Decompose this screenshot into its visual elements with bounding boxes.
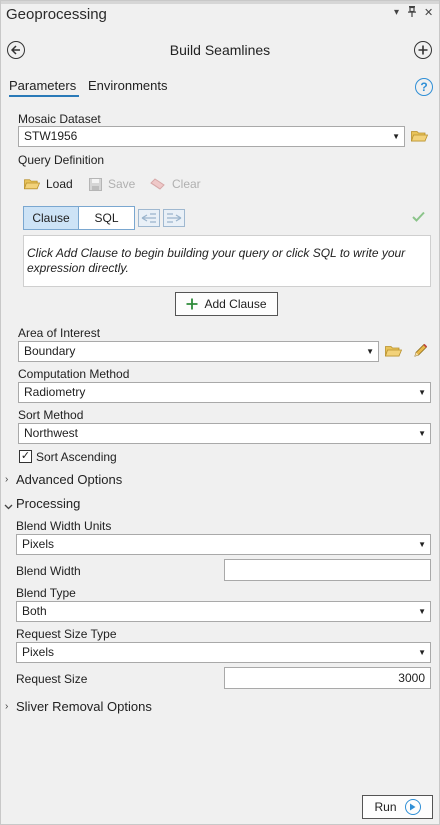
pane-options-icon[interactable]: ▾ [394,7,399,18]
pane-title: Geoprocessing [6,6,107,23]
chevron-right-icon[interactable]: › [5,701,8,712]
folder-icon [24,179,40,190]
run-play-icon [404,799,421,815]
blend-width-label: Blend Width [16,564,81,578]
mosaic-dataset-value: STW1956 [24,129,78,143]
dropdown-arrow-icon: ▼ [418,540,426,549]
dropdown-arrow-icon: ▼ [418,388,426,397]
run-button[interactable]: Run [362,795,433,819]
processing-header[interactable]: Processing [16,496,80,511]
aoi-browse-button[interactable] [384,345,403,360]
computation-method-label: Computation Method [18,367,130,381]
request-size-type-label: Request Size Type [16,627,117,641]
aoi-sketch-button[interactable] [413,343,428,361]
mosaic-dataset-label: Mosaic Dataset [18,112,101,126]
load-label: Load [46,177,73,191]
blend-width-units-value: Pixels [22,537,55,551]
sort-method-value: Northwest [24,426,79,440]
aoi-dropdown[interactable]: Boundary ▼ [18,341,379,362]
plus-icon [186,298,198,310]
add-circle-icon [418,45,428,55]
outdent-button[interactable] [138,209,160,227]
save-disk-icon [89,177,102,191]
clear-button[interactable]: Clear [150,177,201,191]
tab-sql[interactable]: SQL [79,207,134,229]
help-icon[interactable]: ? [415,78,433,96]
request-size-type-dropdown[interactable]: Pixels ▼ [16,642,431,663]
dropdown-arrow-icon: ▼ [418,429,426,438]
pencil-icon [414,343,428,357]
sort-method-label: Sort Method [18,408,84,422]
autohide-pin-icon[interactable] [408,6,416,20]
load-button[interactable]: Load [24,177,73,191]
tab-environments[interactable]: Environments [88,78,167,93]
blend-type-dropdown[interactable]: Both ▼ [16,601,431,622]
query-mode-toggle: Clause SQL [23,206,135,230]
pane-top-strip [0,0,440,4]
mosaic-dataset-browse-button[interactable] [410,130,429,145]
save-button[interactable]: Save [89,177,135,191]
dropdown-arrow-icon: ▼ [418,648,426,657]
chevron-right-icon[interactable]: › [5,474,8,485]
add-clause-label: Add Clause [204,297,267,311]
clear-label: Clear [172,177,201,191]
blend-width-units-label: Blend Width Units [16,519,112,533]
indent-button[interactable] [163,209,185,227]
tab-clause[interactable]: Clause [24,207,79,229]
request-size-label: Request Size [16,672,88,686]
active-tab-underline [9,95,79,97]
close-icon[interactable]: ✕ [424,6,433,19]
blend-type-value: Both [22,604,47,618]
check-icon [412,211,425,225]
aoi-value: Boundary [24,344,76,358]
request-size-type-value: Pixels [22,645,55,659]
computation-method-value: Radiometry [24,385,86,399]
indent-icon [167,213,182,223]
sliver-removal-options-header[interactable]: Sliver Removal Options [16,699,152,714]
query-definition-label: Query Definition [18,153,105,167]
tool-title: Build Seamlines [169,42,271,58]
dropdown-arrow-icon: ▼ [366,347,374,356]
request-size-input[interactable]: 3000 [224,667,431,689]
outdent-icon [141,213,156,223]
add-clause-button[interactable]: Add Clause [175,292,278,316]
add-button[interactable] [414,41,432,59]
chevron-down-icon[interactable] [4,499,13,513]
tab-parameters[interactable]: Parameters [9,78,76,93]
sort-ascending-checkbox[interactable]: ✓ [19,450,32,463]
mosaic-dataset-dropdown[interactable]: STW1956 ▼ [18,126,405,147]
dropdown-arrow-icon: ▼ [392,132,400,141]
blend-width-input[interactable] [224,559,431,581]
save-label: Save [108,177,136,191]
folder-icon [384,346,403,357]
blend-type-label: Blend Type [16,586,76,600]
computation-method-dropdown[interactable]: Radiometry ▼ [18,382,431,403]
advanced-options-header[interactable]: Advanced Options [16,472,122,487]
sort-ascending-label: Sort Ascending [36,450,117,464]
folder-icon [410,131,429,142]
aoi-label: Area of Interest [18,326,101,340]
run-label: Run [374,800,397,814]
dropdown-arrow-icon: ▼ [418,607,426,616]
eraser-icon [150,178,165,190]
query-builder-area[interactable]: Click Add Clause to begin building your … [23,235,431,287]
blend-width-units-dropdown[interactable]: Pixels ▼ [16,534,431,555]
sort-method-dropdown[interactable]: Northwest ▼ [18,423,431,444]
